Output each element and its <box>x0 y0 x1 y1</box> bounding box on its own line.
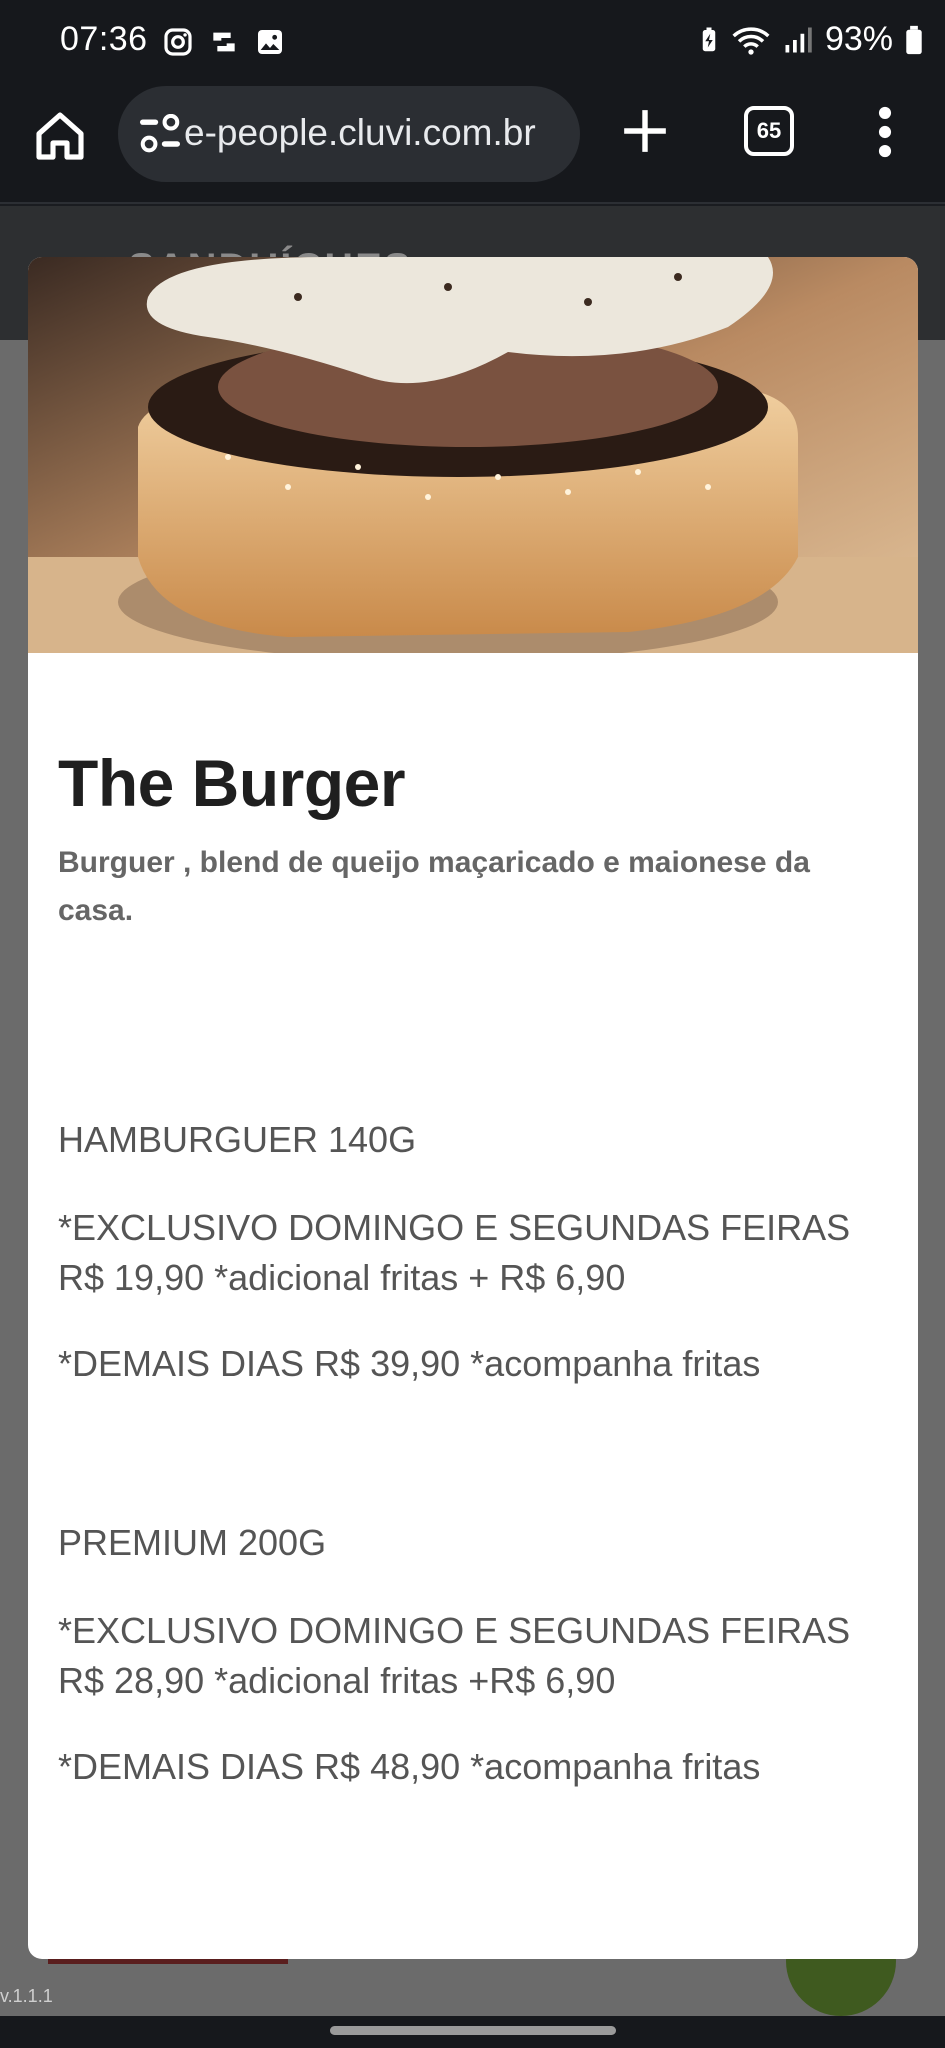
status-bar: 07:36 93% <box>0 0 945 84</box>
battery-percent: 93% <box>824 20 893 58</box>
product-image <box>28 257 918 653</box>
tune-icon[interactable] <box>138 114 182 154</box>
more-vert-icon[interactable] <box>870 106 900 158</box>
detail-line: PREMIUM 200G <box>58 1522 327 1563</box>
detail-line: *DEMAIS DIAS R$ 39,90 *acompanha fritas <box>58 1343 761 1384</box>
notification-icons <box>162 26 286 58</box>
status-time: 07:36 <box>60 20 148 58</box>
battery-saver-icon <box>702 27 716 51</box>
app-version: v.1.1.1 <box>0 1986 53 2006</box>
product-description: Burguer , blend de queijo maçaricado e m… <box>58 846 810 927</box>
address-bar[interactable]: e-people.cluvi.com.br <box>118 86 580 182</box>
gesture-bar <box>0 2016 945 2048</box>
instagram-icon <box>164 28 192 56</box>
detail-line: *EXCLUSIVO DOMINGO E SEGUNDAS FEIRAS R$ … <box>58 1207 851 1298</box>
home-gesture-handle[interactable] <box>330 2026 616 2035</box>
system-icons: 93% <box>699 20 923 59</box>
detail-line: HAMBURGUER 140G <box>58 1119 417 1160</box>
plus-icon[interactable] <box>620 106 670 156</box>
tab-count: 65 <box>756 118 782 143</box>
home-icon[interactable] <box>32 108 88 164</box>
gallery-icon <box>258 30 282 54</box>
tab-switcher-button[interactable]: 65 <box>744 106 794 156</box>
url-text: e-people.cluvi.com.br <box>184 112 536 153</box>
product-title: The Burger <box>58 746 406 820</box>
wifi-icon <box>732 26 770 55</box>
sync-icon <box>213 32 235 52</box>
detail-line: *EXCLUSIVO DOMINGO E SEGUNDAS FEIRAS R$ … <box>58 1610 851 1701</box>
browser-toolbar: e-people.cluvi.com.br 65 <box>0 84 945 204</box>
product-modal: The Burger Burguer , blend de queijo maç… <box>28 257 918 1959</box>
detail-line: *DEMAIS DIAS R$ 48,90 *acompanha fritas <box>58 1746 761 1787</box>
battery-icon <box>906 25 922 54</box>
signal-icon <box>785 27 812 52</box>
